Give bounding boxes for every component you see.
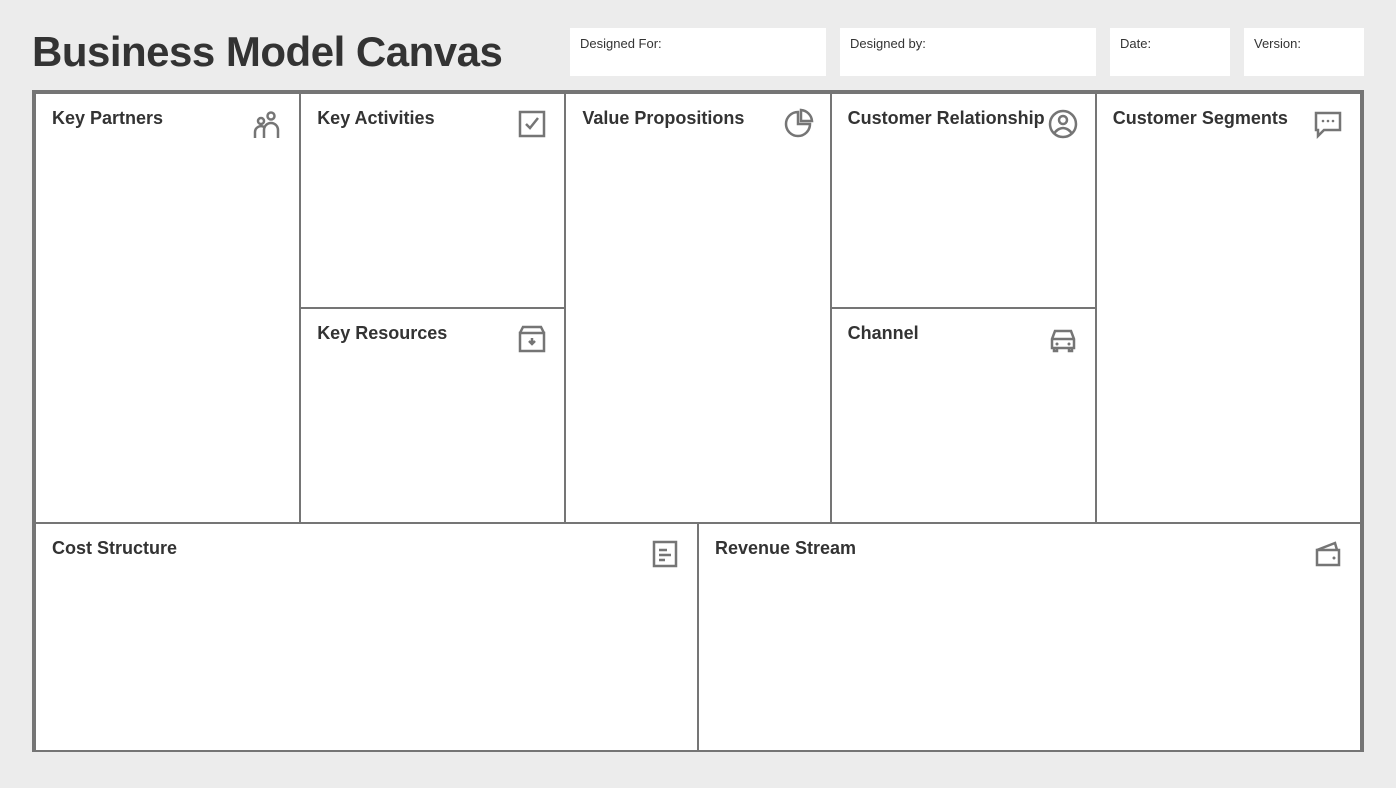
designed-by-field[interactable]: Designed by:	[840, 28, 1096, 76]
version-label: Version:	[1254, 36, 1354, 51]
cost-structure-cell[interactable]: Cost Structure	[35, 523, 698, 751]
pie-chart-icon	[782, 108, 814, 140]
customer-relationship-cell[interactable]: Customer Relationship	[831, 93, 1096, 308]
chat-icon	[1312, 108, 1344, 140]
key-activities-title: Key Activities	[317, 108, 434, 129]
people-icon	[251, 108, 283, 140]
checkbox-icon	[516, 108, 548, 140]
designed-for-label: Designed For:	[580, 36, 816, 51]
revenue-stream-title: Revenue Stream	[715, 538, 856, 559]
revenue-stream-cell[interactable]: Revenue Stream	[698, 523, 1361, 751]
cost-structure-title: Cost Structure	[52, 538, 177, 559]
designed-by-label: Designed by:	[850, 36, 1086, 51]
channel-cell[interactable]: Channel	[831, 308, 1096, 523]
version-field[interactable]: Version:	[1244, 28, 1364, 76]
value-propositions-title: Value Propositions	[582, 108, 744, 129]
date-field[interactable]: Date:	[1110, 28, 1230, 76]
archive-box-icon	[516, 323, 548, 355]
page-title: Business Model Canvas	[32, 28, 502, 76]
car-icon	[1047, 323, 1079, 355]
document-lines-icon	[649, 538, 681, 570]
customer-segments-cell[interactable]: Customer Segments	[1096, 93, 1361, 523]
date-label: Date:	[1120, 36, 1220, 51]
person-circle-icon	[1047, 108, 1079, 140]
key-partners-title: Key Partners	[52, 108, 163, 129]
value-propositions-cell[interactable]: Value Propositions	[565, 93, 830, 523]
header: Business Model Canvas Designed For: Desi…	[32, 28, 1364, 76]
channel-title: Channel	[848, 323, 919, 344]
customer-segments-title: Customer Segments	[1113, 108, 1288, 129]
key-partners-cell[interactable]: Key Partners	[35, 93, 300, 523]
key-resources-title: Key Resources	[317, 323, 447, 344]
meta-boxes: Designed For: Designed by: Date: Version…	[570, 28, 1364, 76]
bottom-row: Cost Structure Revenue Stream	[35, 523, 1361, 751]
wallet-icon	[1312, 538, 1344, 570]
key-resources-cell[interactable]: Key Resources	[300, 308, 565, 523]
key-activities-cell[interactable]: Key Activities	[300, 93, 565, 308]
customer-relationship-title: Customer Relationship	[848, 108, 1045, 129]
canvas-grid: Key Partners Key Activities	[32, 90, 1364, 752]
designed-for-field[interactable]: Designed For:	[570, 28, 826, 76]
